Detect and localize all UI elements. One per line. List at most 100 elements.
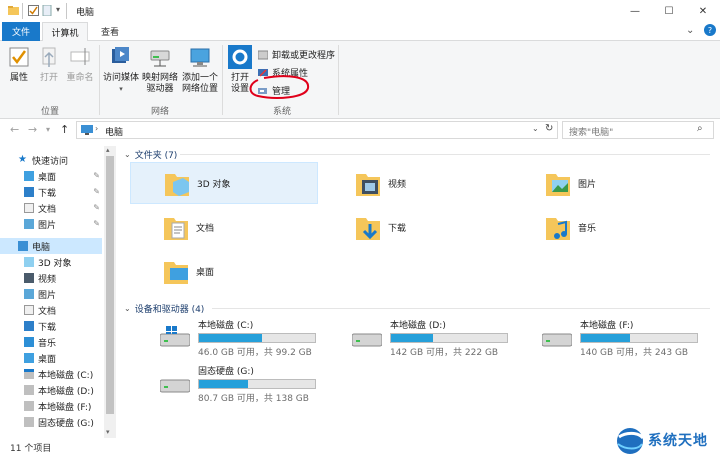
open-button[interactable]: 打开 [36,45,62,84]
nav-item-drive-f[interactable]: 本地磁盘 (F:) [0,398,104,414]
section-divider [180,154,710,155]
folder-tile-3d-objects[interactable]: 3D 对象 [130,162,318,204]
nav-item-pictures-pinned[interactable]: 图片 ✎ [0,216,104,232]
search-input[interactable]: 搜索"电脑" [569,125,613,138]
nav-item-label: 文档 [38,306,57,317]
map-network-drive-button[interactable]: 映射网络 驱动器 [140,45,180,95]
close-button[interactable]: ✕ [686,0,720,22]
address-dropdown-icon[interactable]: ⌄ [532,124,539,133]
folder-tile-music[interactable]: 音乐 [510,206,700,248]
properties-label: 属性 [9,73,28,83]
pin-icon[interactable]: ✎ [93,171,100,180]
address-bar[interactable]: › 电脑 ⌄ ↻ [76,121,558,139]
recent-locations-chevron-icon[interactable]: ▾ [46,125,50,134]
minimize-button[interactable]: — [618,0,652,22]
pin-icon[interactable]: ✎ [93,187,100,196]
drive-usage-fill [199,334,262,342]
help-icon[interactable]: ? [704,24,716,36]
nav-item-desktop[interactable]: 桌面 [0,350,104,366]
pin-icon[interactable]: ✎ [93,203,100,212]
drive-tile-f[interactable]: 本地磁盘 (F:) 140 GB 可用，共 243 GB [542,318,698,358]
drive-tile-g[interactable]: 固态硬盘 (G:) 80.7 GB 可用，共 138 GB [160,364,316,404]
collapse-chevron-icon[interactable]: ⌄ [124,304,131,313]
nav-item-drive-g[interactable]: 固态硬盘 (G:) [0,414,104,430]
uninstall-program-item[interactable]: 卸载或更改程序 [258,48,335,61]
drive-icon [24,385,34,395]
drive-tile-c[interactable]: 本地磁盘 (C:) 46.0 GB 可用，共 99.2 GB [160,318,316,358]
tab-computer[interactable]: 计算机 [42,22,88,42]
access-media-button[interactable]: 访问媒体 ▾ [102,45,140,95]
expand-ribbon-chevron-icon[interactable]: ⌄ [686,25,694,36]
nav-item-documents-pinned[interactable]: 文档 ✎ [0,200,104,216]
nav-quick-access[interactable]: ★ 快速访问 [0,152,104,168]
folder-tile-documents[interactable]: 文档 [130,206,318,248]
star-icon: ★ [18,154,27,165]
videos-icon [24,273,34,283]
search-icon[interactable]: ⌕ [697,123,703,134]
collapse-chevron-icon[interactable]: ⌄ [124,150,131,159]
open-label: 打开 [39,73,58,83]
nav-item-3d-objects[interactable]: 3D 对象 [0,254,104,270]
refresh-icon[interactable]: ↻ [545,123,553,134]
pin-icon[interactable]: ✎ [93,219,100,228]
scroll-up-icon[interactable]: ▴ [106,146,110,154]
pictures-folder-icon [546,174,570,196]
tab-view[interactable]: 查看 [92,22,128,41]
nav-item-label: 图片 [38,220,57,231]
search-box[interactable]: 搜索"电脑" ⌕ [562,121,714,139]
3d-objects-icon [24,257,34,267]
access-media-dropdown-icon: ▾ [119,85,123,93]
properties-icon[interactable] [28,5,39,16]
back-arrow-icon[interactable]: ← [10,123,19,136]
new-folder-icon[interactable] [42,4,53,17]
folder-tile-pictures[interactable]: 图片 [510,162,700,204]
nav-item-desktop-pinned[interactable]: 桌面 ✎ [0,168,104,184]
ribbon-tabs: 文件 计算机 查看 ⌄ ? [0,22,720,42]
breadcrumb-separator-icon: › [95,124,99,133]
folder-tile-desktop[interactable]: 桌面 [130,250,318,292]
watermark-text: 系统天地 [648,433,708,449]
group-separator [222,45,223,115]
customize-qa-chevron-icon[interactable]: ▾ [56,5,60,14]
nav-this-pc-label: 电脑 [32,242,51,253]
title-bar: ▾ 电脑 — ☐ ✕ [0,0,720,22]
folder-tile-downloads[interactable]: 下载 [320,206,508,248]
nav-item-pictures[interactable]: 图片 [0,286,104,302]
drive-free-space: 80.7 GB 可用，共 138 GB [198,394,309,404]
group-label-network: 网络 [150,107,169,117]
nav-item-downloads[interactable]: 下载 [0,318,104,334]
manage-highlight-annotation [249,75,310,99]
scroll-down-icon[interactable]: ▾ [106,428,110,436]
rename-label: 重命名 [66,73,94,83]
maximize-button[interactable]: ☐ [652,0,686,22]
drive-tile-d[interactable]: 本地磁盘 (D:) 142 GB 可用，共 222 GB [352,318,508,358]
properties-check-icon [9,47,29,67]
folder-tile-videos[interactable]: 视频 [320,162,508,204]
nav-item-videos[interactable]: 视频 [0,270,104,286]
folders-section-header[interactable]: ⌄ 文件夹 (7) [124,148,177,161]
tab-file[interactable]: 文件 [2,22,40,41]
rename-button[interactable]: 重命名 [64,45,96,84]
nav-scrollbar-thumb[interactable] [106,156,114,414]
nav-item-music[interactable]: 音乐 [0,334,104,350]
breadcrumb-pc[interactable]: 电脑 [105,125,123,138]
nav-this-pc[interactable]: 电脑 [0,238,102,254]
drive-icon [352,333,382,347]
drive-usage-fill [391,334,433,342]
nav-item-documents[interactable]: 文档 [0,302,104,318]
forward-arrow-icon[interactable]: → [28,123,37,136]
drives-section-header[interactable]: ⌄ 设备和驱动器 (4) [124,302,204,315]
drive-label: 本地磁盘 (C:) [198,321,254,331]
folder-label: 文档 [196,223,215,234]
pictures-icon [24,289,34,299]
properties-button[interactable]: 属性 [4,45,34,84]
drive-label: 固态硬盘 (G:) [198,367,254,377]
nav-item-label: 下载 [38,188,57,199]
add-network-location-button[interactable]: 添加一个 网络位置 [180,45,220,95]
folder-label: 3D 对象 [197,179,231,190]
up-arrow-icon[interactable]: ↑ [60,123,69,136]
nav-item-drive-c[interactable]: 本地磁盘 (C:) [0,366,104,382]
title-separator [66,3,67,19]
nav-item-drive-d[interactable]: 本地磁盘 (D:) [0,382,104,398]
nav-item-downloads-pinned[interactable]: 下载 ✎ [0,184,104,200]
